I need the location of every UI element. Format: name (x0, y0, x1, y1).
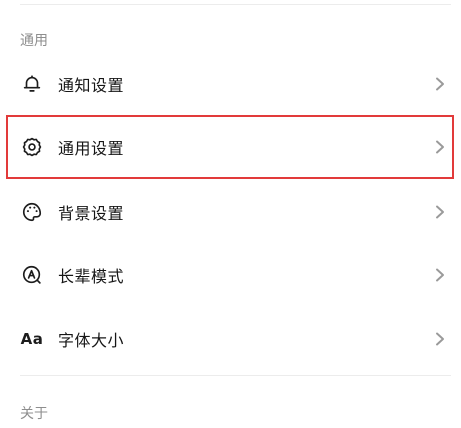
settings-item-label: 通用设置 (58, 139, 125, 158)
elder-mode-icon (20, 263, 44, 287)
settings-item-background[interactable]: 背景设置 (0, 180, 461, 244)
settings-item-general[interactable]: 通用设置 (6, 115, 454, 179)
settings-item-label: 长辈模式 (58, 267, 125, 286)
settings-item-font-size[interactable]: Aa 字体大小 (0, 307, 461, 371)
settings-item-label: 通知设置 (58, 76, 125, 95)
settings-item-label: 背景设置 (58, 204, 125, 223)
palette-icon (20, 200, 44, 224)
section-divider (20, 375, 451, 376)
font-size-icon-text: Aa (20, 330, 44, 348)
top-divider (20, 4, 451, 5)
settings-item-notification[interactable]: 通知设置 (0, 52, 461, 116)
settings-item-elder-mode[interactable]: 长辈模式 (0, 243, 461, 307)
font-size-icon: Aa (20, 327, 44, 351)
chevron-right-icon (434, 267, 446, 283)
section-label-general: 通用 (20, 33, 48, 49)
chevron-right-icon (434, 76, 446, 92)
chevron-right-icon (434, 204, 446, 220)
bell-icon (20, 72, 44, 96)
chevron-right-icon (434, 331, 446, 347)
settings-item-label: 字体大小 (58, 331, 125, 350)
section-label-about: 关于 (20, 406, 48, 422)
chevron-right-icon (434, 139, 446, 155)
gear-icon (20, 135, 44, 159)
